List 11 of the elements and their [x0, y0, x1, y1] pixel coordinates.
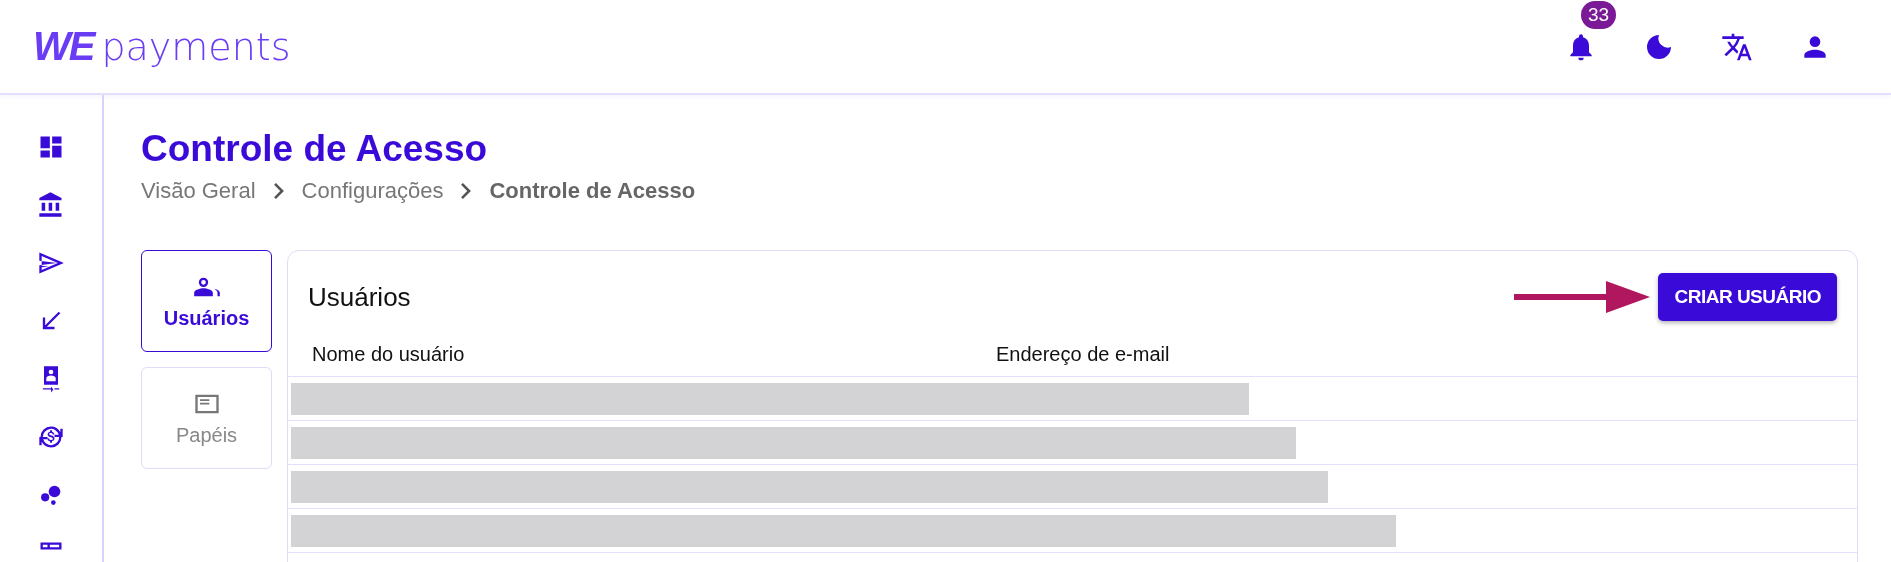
logo: WE payments — [33, 24, 291, 69]
notification-badge: 33 — [1581, 0, 1617, 29]
create-user-button[interactable]: CRIAR USUÁRIO — [1658, 273, 1837, 321]
page-title: Controle de Acesso — [141, 128, 489, 170]
column-header: Endereço de e-mail — [996, 343, 1170, 366]
tab[interactable]: Papéis — [141, 367, 272, 469]
breadcrumb-link[interactable]: Visão Geral — [141, 178, 256, 204]
card-title: Usuários — [308, 281, 411, 313]
column-header: Nome do usuário — [312, 343, 466, 366]
breadcrumb-link[interactable]: Configurações — [301, 178, 444, 204]
tab[interactable]: Usuários — [141, 250, 272, 352]
